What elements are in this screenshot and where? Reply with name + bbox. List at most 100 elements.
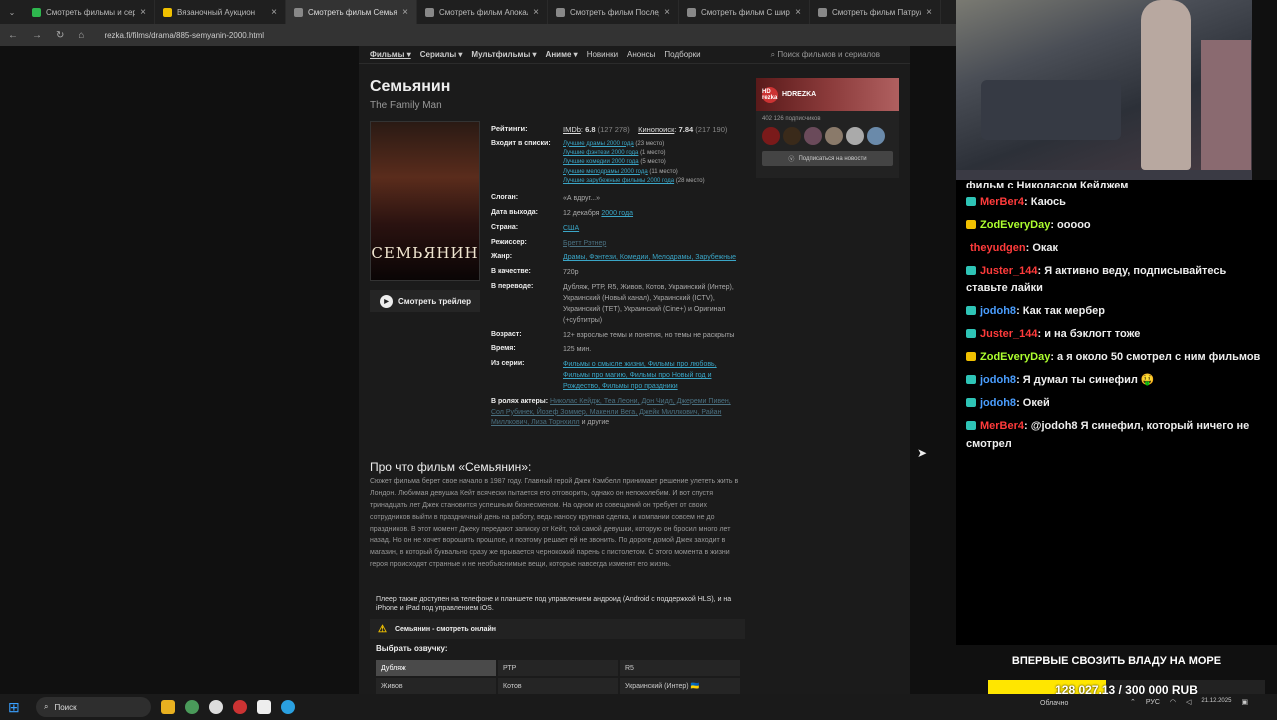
voice-option[interactable]: Украинский (Интер) 🇺🇦 (620, 678, 740, 694)
notification-icon[interactable]: ▣ (1241, 698, 1248, 706)
browser-tab[interactable]: Смотреть фильм Семьянин онл × (286, 0, 417, 24)
list-link[interactable]: Лучшие зарубежные фильмы 2000 года (563, 178, 674, 184)
browser-tab[interactable]: Смотреть фильм Апокалипсис × (417, 0, 548, 24)
chevron-up-icon[interactable]: ⌃ (1130, 698, 1136, 706)
nav-anime[interactable]: Аниме ▾ (546, 50, 578, 59)
imdb-link[interactable]: IMDb (563, 125, 581, 134)
chat-badge-icon (966, 306, 976, 316)
tabs: Смотреть фильмы и сериалы он×Вязаночный … (24, 0, 941, 24)
release-year-link[interactable]: 2000 года (601, 210, 633, 217)
volume-icon[interactable]: ◁ (1186, 698, 1191, 706)
avatar[interactable] (804, 127, 822, 145)
chat-username[interactable]: Juster_144 (980, 265, 1038, 277)
chat-username[interactable]: jodoh8 (980, 374, 1016, 386)
nav-news[interactable]: Новинки (587, 50, 618, 59)
url-field[interactable]: rezka.fi/films/drama/885-semyanin-2000.h… (104, 31, 264, 40)
chat-username[interactable]: MerBer4 (980, 196, 1024, 208)
chat-username[interactable]: ZodEveryDay (980, 351, 1050, 363)
list-link[interactable]: Лучшие мелодрамы 2000 года (563, 169, 648, 175)
genre-links[interactable]: Драмы, Фэнтези, Комедии, Мелодрамы, Зару… (563, 254, 736, 261)
list-link[interactable]: Лучшие фэнтези 2000 года (563, 150, 638, 156)
close-tab-icon[interactable]: × (795, 7, 801, 18)
quality-label: В качестве: (491, 268, 531, 276)
chat-message: Juster_144: Я активно веду, подписывайте… (966, 263, 1267, 297)
close-tab-icon[interactable]: × (402, 7, 408, 18)
close-tab-icon[interactable]: × (533, 7, 539, 18)
browser-tab[interactable]: Смотреть фильм С широко за × (679, 0, 810, 24)
home-icon[interactable]: ⌂ (78, 30, 84, 41)
list-link[interactable]: Лучшие драмы 2000 года (563, 141, 634, 147)
browser-tab-bar: ⌄ Смотреть фильмы и сериалы он×Вязаночны… (0, 0, 956, 24)
file-explorer-icon[interactable] (161, 700, 175, 714)
taskbar-search[interactable]: ⌕ Поиск (36, 697, 151, 717)
forward-icon[interactable]: → (32, 30, 42, 41)
close-tab-icon[interactable]: × (140, 7, 146, 18)
chat-username[interactable]: jodoh8 (980, 305, 1016, 317)
series-links[interactable]: Фильмы о смысле жизни, Фильмы про любовь… (563, 361, 717, 390)
avatar[interactable] (867, 127, 885, 145)
movie-title: Семьянин (370, 78, 451, 95)
poster-caption: СЕМЬЯНИН (371, 244, 479, 262)
telegram-icon[interactable] (281, 700, 295, 714)
nav-announces[interactable]: Анонсы (627, 50, 655, 59)
chat-message: theyudgen: Окак (966, 240, 1267, 257)
reload-icon[interactable]: ↻ (56, 30, 64, 41)
country-link[interactable]: США (563, 225, 579, 232)
chat-username[interactable]: jodoh8 (980, 397, 1016, 409)
chat-username[interactable]: ZodEveryDay (980, 219, 1050, 231)
voice-option[interactable]: Дубляж (376, 660, 496, 676)
vk-subscribe-button[interactable]: ⓥ Подписаться на новости (762, 151, 893, 166)
chat-username[interactable]: MerBer4 (980, 420, 1024, 432)
movie-poster[interactable]: СЕМЬЯНИН (370, 121, 480, 281)
obs-icon[interactable] (209, 700, 223, 714)
watch-trailer-button[interactable]: ▶ Смотреть трейлер (370, 290, 480, 312)
close-tab-icon[interactable]: × (271, 7, 277, 18)
list-place: (1 место) (640, 149, 666, 156)
language-indicator[interactable]: РУС (1146, 699, 1160, 706)
chat-badge-icon (966, 220, 976, 230)
chat-badge-icon (966, 266, 976, 276)
close-tab-icon[interactable]: × (664, 7, 670, 18)
network-icon[interactable]: ◠ (1170, 698, 1176, 706)
chrome-icon[interactable] (233, 700, 247, 714)
voice-option[interactable]: РТР (498, 660, 618, 676)
chat-messages: MerBer4: Каюсь ZodEveryDay: ooooo theyudge… (966, 194, 1267, 453)
browser-tab[interactable]: Вязаночный Аукцион × (155, 0, 286, 24)
weather-widget[interactable]: Облачно (1040, 700, 1068, 707)
voice-option[interactable]: Котов (498, 678, 618, 694)
vk-subscribers: 402 126 подписчиков (762, 116, 821, 122)
voice-option[interactable]: R5 (620, 660, 740, 676)
browser-tab[interactable]: Смотреть фильм Патруль вре × (810, 0, 941, 24)
list-link[interactable]: Лучшие комедии 2000 года (563, 159, 639, 165)
browser-icon[interactable] (185, 700, 199, 714)
time-label: Время: (491, 345, 516, 353)
nav-series[interactable]: Сериалы ▾ (420, 50, 463, 59)
tab-list-icon[interactable]: ⌄ (0, 0, 24, 24)
back-icon[interactable]: ← (8, 30, 18, 41)
chat-message: MerBer4: @jodoh8 Я синефил, который ниче… (966, 418, 1267, 452)
kp-link[interactable]: Кинопоиск (638, 125, 674, 134)
director-link[interactable]: Бретт Рэтнер (563, 240, 606, 247)
browser-tab[interactable]: Смотреть фильм Последний о × (548, 0, 679, 24)
nav-cartoons[interactable]: Мультфильмы ▾ (471, 50, 536, 59)
clock[interactable]: 21.12.2025 (1201, 698, 1231, 706)
list-place: (28 место) (675, 177, 705, 184)
list-item: Лучшие фэнтези 2000 года (1 место) (563, 149, 741, 158)
avatar[interactable] (783, 127, 801, 145)
avatar[interactable] (825, 127, 843, 145)
app-icon[interactable] (257, 700, 271, 714)
vk-banner[interactable]: HD rezka HDREZKA (756, 78, 899, 111)
avatar[interactable] (762, 127, 780, 145)
chat-badge-icon (966, 421, 976, 431)
site-search[interactable]: ⌕ Поиск фильмов и сериалов (771, 50, 880, 60)
nav-films[interactable]: Фильмы ▾ (370, 50, 411, 59)
windows-start-icon[interactable]: ⊞ (8, 699, 32, 716)
chat-username[interactable]: Juster_144 (980, 328, 1038, 340)
browser-tab[interactable]: Смотреть фильмы и сериалы он × (24, 0, 155, 24)
voice-option[interactable]: Живов (376, 678, 496, 694)
nav-collections[interactable]: Подборки (664, 50, 700, 59)
chat-username[interactable]: theyudgen (970, 242, 1026, 254)
close-tab-icon[interactable]: × (926, 7, 932, 18)
avatar[interactable] (846, 127, 864, 145)
release-label: Дата выхода: (491, 208, 538, 216)
